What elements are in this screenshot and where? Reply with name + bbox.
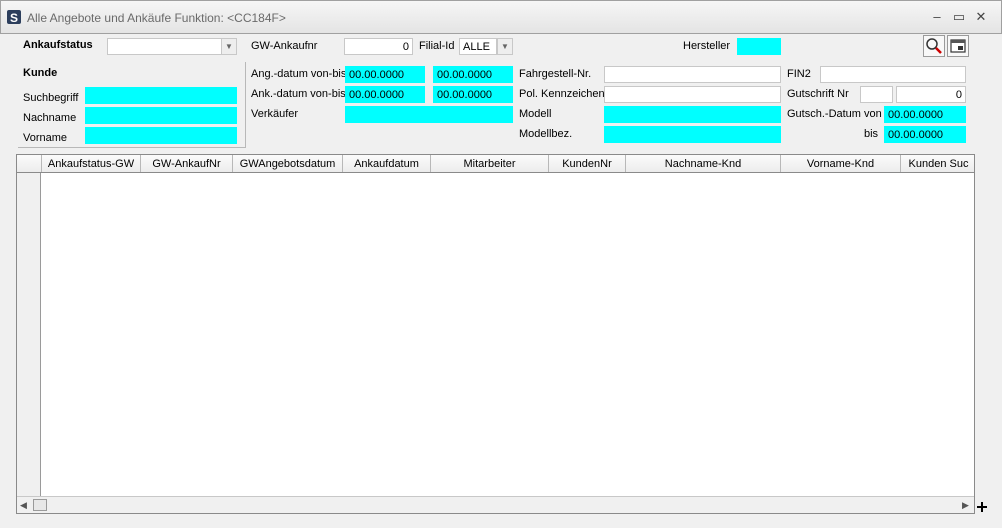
chevron-down-icon[interactable]: ▼ [221, 38, 237, 55]
ang-datum-from-input[interactable]: 00.00.0000 [345, 66, 425, 83]
column-header[interactable]: KundenNr [549, 155, 626, 172]
gutschrift-nr-input[interactable]: 0 [896, 86, 966, 103]
suchbegriff-label: Suchbegriff [23, 92, 79, 104]
gw-ankaufnr-input[interactable]: 0 [344, 38, 413, 55]
suchbegriff-input[interactable] [85, 87, 237, 104]
column-header[interactable]: Ankaufstatus-GW [42, 155, 141, 172]
svg-text:S: S [10, 11, 18, 25]
grid-header: Ankaufstatus-GW GW-AnkaufNr GWAngebotsda… [16, 154, 975, 173]
vorname-input[interactable] [85, 127, 237, 144]
minimize-button[interactable]: – [929, 9, 945, 25]
row-selector-column [17, 173, 41, 496]
gutschrift-label: Gutschrift Nr [787, 88, 849, 100]
bottom-margin [0, 514, 1002, 528]
fahrgestell-label: Fahrgestell-Nr. [519, 68, 592, 80]
column-header[interactable]: Kunden Suc [901, 155, 974, 172]
kennzeichen-label: Pol. Kennzeichen [519, 88, 605, 100]
ang-datum-label: Ang.-datum von-bis [251, 68, 347, 80]
ank-datum-label: Ank.-datum von-bis [251, 88, 346, 100]
row-selector-header [17, 155, 42, 172]
column-header[interactable]: Nachname-Knd [626, 155, 781, 172]
modellbez-label: Modellbez. [519, 128, 573, 140]
filial-id-select[interactable]: ALLE [459, 38, 497, 55]
modell-input[interactable] [604, 106, 781, 123]
close-button[interactable]: ✕ [973, 9, 989, 25]
column-header[interactable]: Ankaufdatum [343, 155, 431, 172]
scroll-right-icon[interactable]: ▶ [962, 500, 969, 511]
resize-plus-icon[interactable] [977, 502, 987, 512]
column-header[interactable]: GWAngebotsdatum [233, 155, 343, 172]
ankaufstatus-label: Ankaufstatus [23, 39, 93, 51]
verkaeufer-label: Verkäufer [251, 108, 299, 120]
window-title: Alle Angebote und Ankäufe Funktion: <CC1… [27, 11, 286, 25]
fin2-input[interactable] [820, 66, 966, 83]
ang-datum-to-input[interactable]: 00.00.0000 [433, 66, 513, 83]
gutschrift-prefix-input[interactable] [860, 86, 893, 103]
verkaeufer-input[interactable] [345, 106, 513, 123]
fahrgestell-input[interactable] [604, 66, 781, 83]
modellbez-input[interactable] [604, 126, 781, 143]
nachname-label: Nachname [23, 112, 77, 124]
ankaufstatus-select[interactable] [107, 38, 222, 55]
fin2-label: FIN2 [787, 68, 811, 80]
gutsch-datum-from-input[interactable]: 00.00.0000 [884, 106, 966, 123]
export-window-icon [950, 39, 966, 53]
ank-datum-to-input[interactable]: 00.00.0000 [433, 86, 513, 103]
column-header[interactable]: Mitarbeiter [431, 155, 549, 172]
scroll-left-icon[interactable]: ◀ [20, 500, 27, 511]
horizontal-scrollbar[interactable]: ◀ ▶ [17, 496, 974, 513]
nachname-input[interactable] [85, 107, 237, 124]
results-grid[interactable] [16, 154, 975, 514]
scroll-thumb[interactable] [33, 499, 47, 511]
hersteller-label: Hersteller [683, 40, 731, 52]
export-button[interactable] [947, 35, 969, 57]
vorname-label: Vorname [23, 132, 68, 144]
ank-datum-from-input[interactable]: 00.00.0000 [345, 86, 425, 103]
hersteller-input[interactable] [737, 38, 781, 55]
maximize-button[interactable]: ▭ [951, 9, 967, 25]
gw-ankaufnr-label: GW-Ankaufnr [251, 40, 318, 52]
filial-id-label: Filial-Id [419, 40, 455, 52]
right-margin [975, 34, 1002, 528]
bis-label: bis [864, 128, 879, 140]
app-logo-icon: S [7, 10, 21, 25]
column-header[interactable]: Vorname-Knd [781, 155, 901, 172]
kennzeichen-input[interactable] [604, 86, 781, 103]
modell-label: Modell [519, 108, 552, 120]
gutsch-datum-label: Gutsch.-Datum von [787, 108, 882, 120]
column-header[interactable]: GW-AnkaufNr [141, 155, 233, 172]
chevron-down-icon[interactable]: ▼ [497, 38, 513, 55]
gutsch-datum-to-input[interactable]: 00.00.0000 [884, 126, 966, 143]
magnifier-icon [926, 38, 942, 54]
search-button[interactable] [923, 35, 945, 57]
kunde-group-label: Kunde [23, 67, 58, 79]
